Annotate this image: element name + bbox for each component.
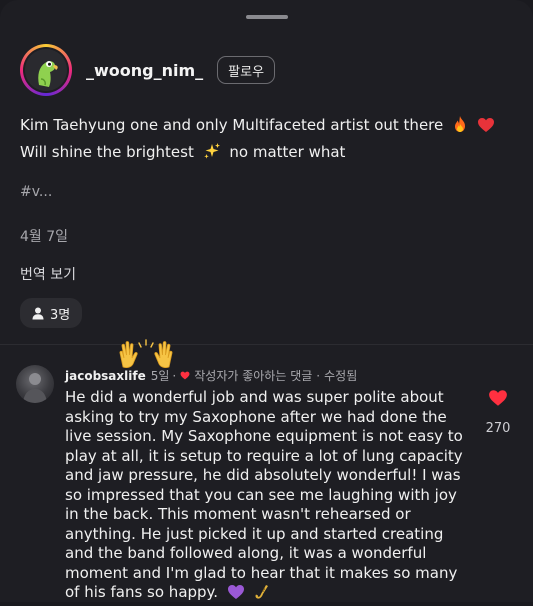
story-ring[interactable] — [20, 44, 72, 96]
comment-meta: jacobsaxlife 5일 · 작성자가 좋아하는 댓글 · 수정됨 — [65, 367, 357, 384]
sparkles-icon — [203, 142, 221, 167]
comment-line: of his fans so happy. — [65, 583, 219, 601]
fire-icon — [452, 115, 468, 140]
follow-button[interactable]: 팔로우 — [217, 56, 276, 84]
hashtag-more[interactable]: #v... — [20, 184, 52, 200]
comment-line: He did a wonderful job and was super pol… — [65, 388, 444, 406]
comment-line: and jaw pressure, he did absolutely wond… — [65, 466, 461, 484]
comment-line: and the band followed along, it was a wo… — [65, 544, 427, 562]
avatar[interactable] — [25, 49, 67, 91]
divider — [0, 344, 533, 345]
sheet-drag-handle[interactable] — [246, 15, 288, 19]
person-photo-icon — [23, 373, 47, 403]
post-username[interactable]: _woong_nim_ — [86, 61, 203, 80]
likes-count: 3명 — [50, 307, 71, 323]
meta-separator: · — [172, 368, 177, 383]
caption-line-1: Kim Taehyung one and only Multifaceted a… — [20, 116, 444, 134]
post-header: _woong_nim_ 팔로우 — [20, 44, 276, 96]
red-heart-icon — [477, 116, 495, 140]
comment-line: asking to try my Saxophone after we had … — [65, 407, 447, 426]
creator-heart-icon — [180, 371, 190, 380]
comment-like: 270 — [484, 389, 512, 436]
comment-text: He did a wonderful job and was super pol… — [65, 388, 465, 606]
parrot-avatar-icon — [25, 49, 67, 91]
follow-button-label: 팔로우 — [228, 64, 265, 80]
caption-line-2-tail: no matter what — [229, 143, 346, 161]
liked-by-creator-label: 작성자가 좋아하는 댓글 — [194, 369, 313, 383]
commenter-avatar[interactable] — [16, 365, 54, 403]
likes-count-button[interactable]: 3명 — [20, 298, 83, 328]
comment-line: live session. My Saxophone equipment is … — [65, 427, 463, 445]
comment-like-count: 270 — [485, 421, 511, 436]
comments-sheet: _woong_nim_ 팔로우 Kim Taehyung one and onl… — [0, 0, 533, 602]
comment-line: moment and I'm glad to hear that it make… — [65, 563, 458, 582]
saxophone-icon — [254, 584, 270, 606]
post-caption: Kim Taehyung one and only Multifaceted a… — [20, 113, 520, 167]
purple-heart-icon — [227, 584, 245, 606]
post-date: 4월 7일 — [20, 229, 69, 245]
comment-author[interactable]: jacobsaxlife — [65, 369, 146, 383]
meta-separator: · — [316, 368, 321, 383]
edited-label: 수정됨 — [324, 369, 358, 383]
comment-line: play at all, it is setup to require a lo… — [65, 446, 463, 465]
comment-age: 5일 — [150, 369, 170, 383]
person-icon — [32, 307, 44, 320]
comment-line: anything. He just picked it up and start… — [65, 524, 444, 543]
caption-line-2: Will shine the brightest — [20, 143, 194, 161]
comment-line: in the back. This moment wasn't rehearse… — [65, 505, 411, 523]
comment-line: so impressed that you can see me laughin… — [65, 485, 457, 504]
heart-icon[interactable] — [488, 389, 508, 411]
see-translation-link[interactable]: 번역 보기 — [20, 264, 76, 284]
